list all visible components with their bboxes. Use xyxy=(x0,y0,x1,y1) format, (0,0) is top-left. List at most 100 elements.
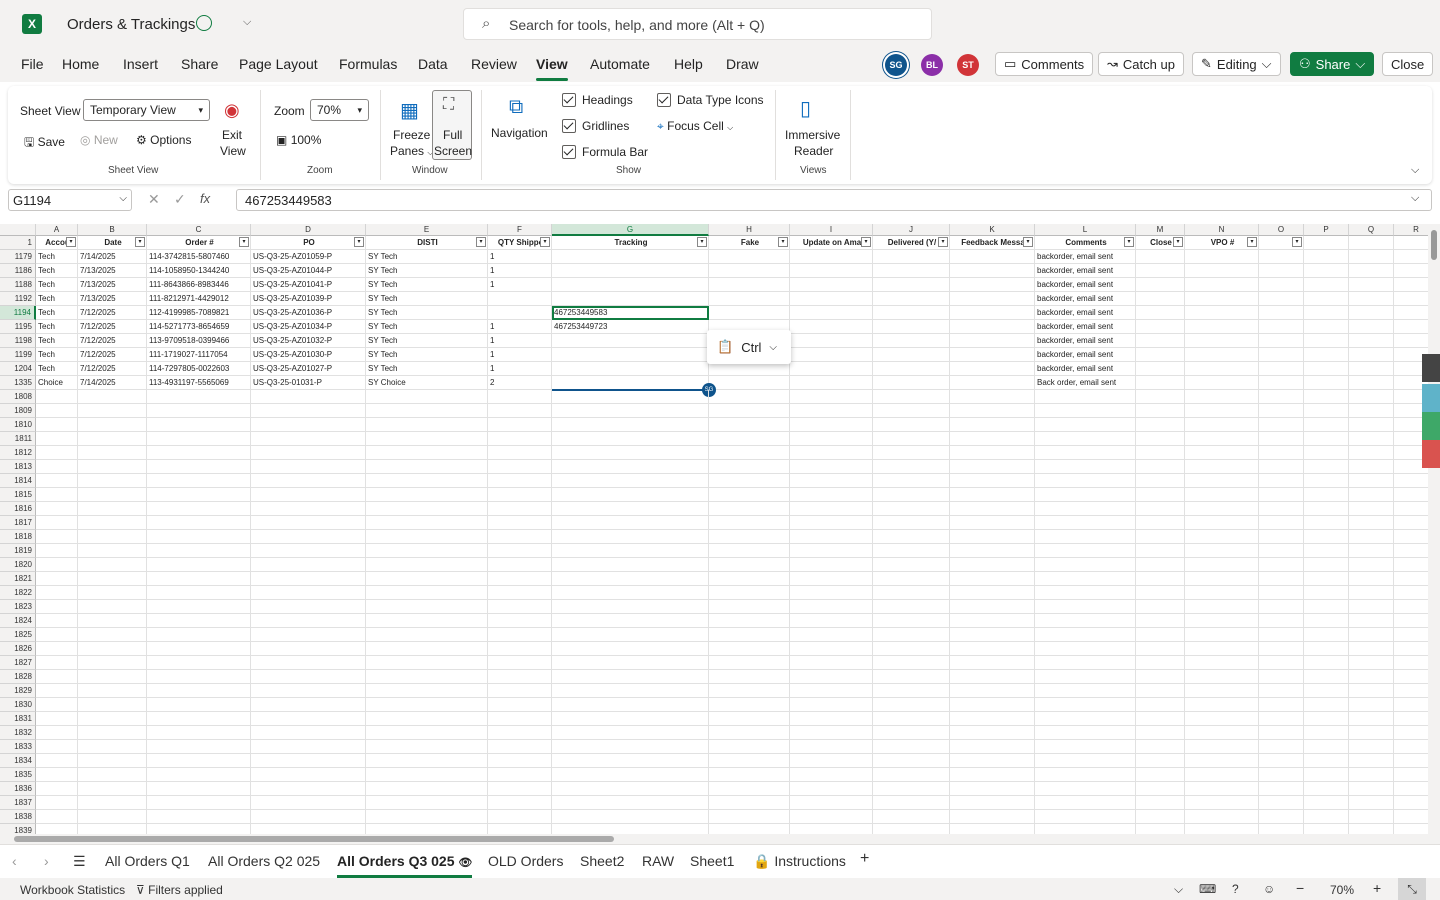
table-cell[interactable] xyxy=(251,572,366,586)
table-cell[interactable] xyxy=(1185,264,1259,278)
menu-view[interactable]: View xyxy=(536,56,568,81)
table-cell[interactable] xyxy=(950,558,1035,572)
table-cell[interactable] xyxy=(78,446,147,460)
table-cell[interactable] xyxy=(1304,390,1349,404)
table-cell[interactable] xyxy=(1304,600,1349,614)
avatar-bl[interactable]: BL xyxy=(921,54,943,76)
table-cell[interactable] xyxy=(1349,796,1394,810)
header-cell[interactable]: Accou ▾ xyxy=(36,236,78,250)
table-cell[interactable] xyxy=(1185,754,1259,768)
table-cell[interactable] xyxy=(790,292,873,306)
table-cell[interactable] xyxy=(1185,278,1259,292)
table-cell[interactable] xyxy=(488,740,552,754)
table-cell[interactable] xyxy=(488,726,552,740)
table-cell[interactable] xyxy=(366,474,488,488)
sheet-view-select[interactable]: Temporary View ▾ xyxy=(83,99,210,121)
table-cell[interactable] xyxy=(873,306,950,320)
table-cell[interactable] xyxy=(1349,362,1394,376)
table-cell[interactable] xyxy=(552,782,709,796)
table-cell[interactable]: 7/14/2025 xyxy=(78,250,147,264)
table-cell[interactable] xyxy=(1136,726,1185,740)
table-cell[interactable]: 7/12/2025 xyxy=(78,320,147,334)
table-cell[interactable] xyxy=(366,782,488,796)
table-cell[interactable] xyxy=(488,544,552,558)
table-cell[interactable] xyxy=(709,376,790,390)
row-header[interactable]: 1832 xyxy=(0,726,36,740)
table-cell[interactable]: Tech xyxy=(36,320,78,334)
table-cell[interactable] xyxy=(1259,810,1304,824)
table-cell[interactable] xyxy=(873,516,950,530)
column-header-d[interactable]: D xyxy=(251,224,366,236)
header-cell[interactable]: DISTI ▾ xyxy=(366,236,488,250)
table-cell[interactable] xyxy=(1304,460,1349,474)
row-header[interactable]: 1825 xyxy=(0,628,36,642)
table-cell[interactable] xyxy=(709,460,790,474)
table-cell[interactable] xyxy=(950,684,1035,698)
table-cell[interactable]: US-Q3-25-AZ01044-P xyxy=(251,264,366,278)
table-cell[interactable]: Tech xyxy=(36,278,78,292)
row-header[interactable]: 1186 xyxy=(0,264,36,278)
table-cell[interactable] xyxy=(950,768,1035,782)
table-cell[interactable] xyxy=(1259,642,1304,656)
confirm-icon[interactable]: ✓ xyxy=(174,191,186,208)
table-cell[interactable] xyxy=(950,726,1035,740)
table-cell[interactable] xyxy=(1304,768,1349,782)
filter-dropdown-icon[interactable]: ▾ xyxy=(1292,237,1302,247)
table-cell[interactable] xyxy=(950,334,1035,348)
table-cell[interactable] xyxy=(251,810,366,824)
table-cell[interactable] xyxy=(790,362,873,376)
table-cell[interactable] xyxy=(1185,334,1259,348)
table-cell[interactable] xyxy=(1349,572,1394,586)
table-cell[interactable] xyxy=(488,390,552,404)
table-cell[interactable] xyxy=(1136,712,1185,726)
table-cell[interactable] xyxy=(709,698,790,712)
table-cell[interactable]: SY Tech xyxy=(366,320,488,334)
row-header[interactable]: 1827 xyxy=(0,656,36,670)
table-cell[interactable] xyxy=(36,656,78,670)
row-header[interactable]: 1831 xyxy=(0,712,36,726)
table-cell[interactable] xyxy=(709,810,790,824)
table-cell[interactable] xyxy=(552,600,709,614)
table-cell[interactable] xyxy=(790,460,873,474)
table-cell[interactable] xyxy=(488,432,552,446)
table-cell[interactable] xyxy=(1394,614,1428,628)
row-header[interactable]: 1188 xyxy=(0,278,36,292)
table-cell[interactable] xyxy=(709,390,790,404)
table-cell[interactable] xyxy=(552,530,709,544)
editing-button[interactable]: ✎ Editing ⌵ xyxy=(1192,52,1281,76)
table-cell[interactable] xyxy=(78,432,147,446)
table-cell[interactable] xyxy=(1136,376,1185,390)
table-cell[interactable] xyxy=(1185,796,1259,810)
table-cell[interactable] xyxy=(709,726,790,740)
table-cell[interactable] xyxy=(790,264,873,278)
options-button[interactable]: ⚙ Options xyxy=(136,133,191,147)
table-cell[interactable] xyxy=(709,754,790,768)
header-cell[interactable]: Order # ▾ xyxy=(147,236,251,250)
table-cell[interactable] xyxy=(790,712,873,726)
table-cell[interactable] xyxy=(1304,264,1349,278)
table-cell[interactable] xyxy=(950,572,1035,586)
table-cell[interactable] xyxy=(1304,670,1349,684)
table-cell[interactable] xyxy=(790,530,873,544)
filter-dropdown-icon[interactable]: ▾ xyxy=(861,237,871,247)
row-header[interactable]: 1192 xyxy=(0,292,36,306)
table-cell[interactable]: 114-1058950-1344240 xyxy=(147,264,251,278)
table-cell[interactable] xyxy=(78,796,147,810)
table-cell[interactable] xyxy=(1394,656,1428,670)
table-cell[interactable] xyxy=(36,754,78,768)
row-header[interactable]: 1810 xyxy=(0,418,36,432)
table-cell[interactable] xyxy=(873,334,950,348)
table-cell[interactable] xyxy=(36,670,78,684)
table-cell[interactable] xyxy=(950,712,1035,726)
table-cell[interactable] xyxy=(1394,698,1428,712)
table-cell[interactable]: 1 xyxy=(488,264,552,278)
table-cell[interactable] xyxy=(790,544,873,558)
table-cell[interactable] xyxy=(1035,684,1136,698)
table-cell[interactable] xyxy=(950,348,1035,362)
menu-file[interactable]: File xyxy=(21,56,44,72)
column-header-h[interactable]: H xyxy=(709,224,790,236)
table-cell[interactable] xyxy=(251,404,366,418)
table-cell[interactable] xyxy=(1349,306,1394,320)
table-cell[interactable] xyxy=(1394,334,1428,348)
table-cell[interactable]: Tech xyxy=(36,264,78,278)
